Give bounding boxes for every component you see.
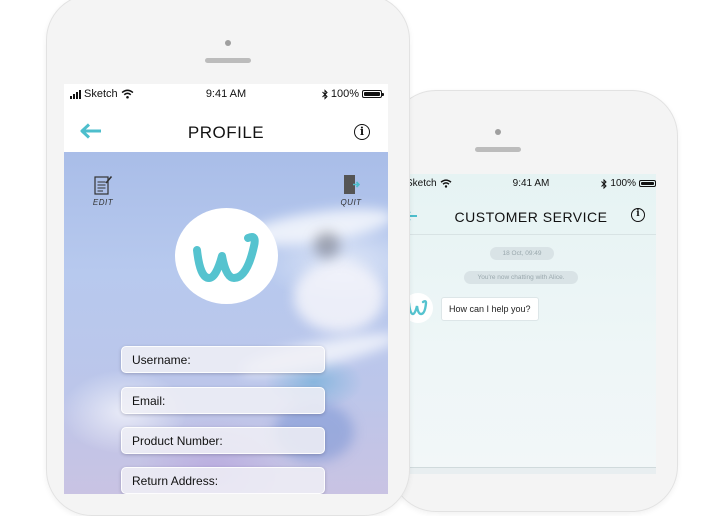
chat-screen: Sketch 9:41 AM 100% CUSTOMER SERVICE i 1… (406, 174, 656, 474)
info-icon[interactable]: i (631, 208, 645, 222)
info-icon[interactable]: i (354, 124, 370, 140)
email-field[interactable]: Email: (121, 387, 325, 414)
header-divider (406, 234, 656, 235)
camera (495, 129, 501, 135)
quit-door-icon (344, 175, 360, 194)
camera (225, 40, 231, 46)
agent-avatar (406, 293, 433, 323)
page-title: CUSTOMER SERVICE (454, 209, 608, 225)
profile-background: EDIT QUIT Username: Email: Product Numbe… (64, 152, 388, 494)
speaker-grille (475, 147, 521, 152)
edit-icon (94, 175, 113, 195)
quit-button[interactable]: QUIT (336, 174, 366, 207)
battery-percent: 100% (610, 178, 636, 189)
brand-w-logo (193, 233, 259, 282)
system-notice: You're now chatting with Alice. (464, 271, 578, 284)
username-field[interactable]: Username: (121, 346, 325, 373)
return-address-field[interactable]: Return Address: (121, 467, 325, 494)
status-time: 9:41 AM (205, 88, 247, 100)
quit-label: QUIT (340, 198, 362, 207)
bluetooth-icon (322, 88, 328, 100)
profile-screen: Sketch 9:41 AM 100% PROFILE i EDIT QUIT … (64, 84, 388, 494)
status-bar: Sketch 9:41 AM 100% (64, 84, 388, 104)
battery-icon (362, 90, 384, 98)
status-bar: Sketch 9:41 AM 100% (406, 174, 656, 194)
nav-bar: PROFILE i (64, 104, 388, 152)
battery-icon (639, 180, 656, 187)
brand-logo (175, 208, 278, 304)
chat-timestamp: 18 Oct, 09:49 (490, 247, 554, 260)
chat-message: How can I help you? (441, 297, 539, 321)
status-time: 9:41 AM (512, 178, 550, 189)
page-title: PROFILE (187, 123, 265, 142)
speaker-grille (205, 58, 251, 63)
bluetooth-icon (601, 178, 608, 189)
edit-button[interactable]: EDIT (88, 174, 118, 207)
battery-percent: 100% (330, 88, 359, 100)
product-number-field[interactable]: Product Number: (121, 427, 325, 454)
chat-input-bar[interactable] (406, 467, 656, 474)
edit-label: EDIT (92, 198, 114, 207)
